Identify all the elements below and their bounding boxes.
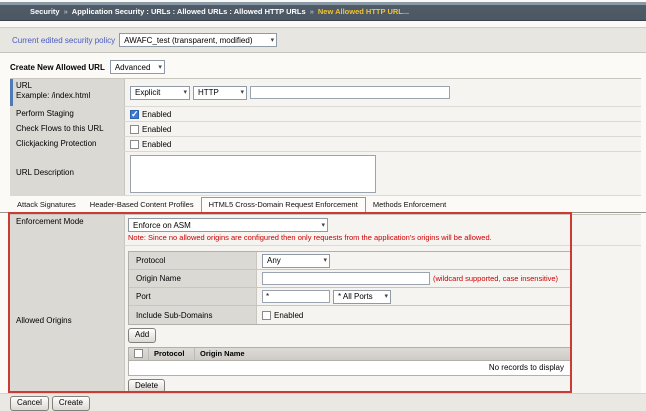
perform-staging-label: Perform Staging	[10, 107, 125, 121]
chevron-down-icon	[323, 257, 327, 264]
policy-select[interactable]: AWAFC_test (transparent, modified)	[119, 33, 278, 47]
tab-header-based-content-profiles[interactable]: Header-Based Content Profiles	[83, 198, 201, 212]
allowed-origins-row: Allowed Origins Protocol Any ▾ Origin Na…	[10, 246, 641, 399]
url-description-row: URL Description	[10, 152, 641, 196]
enforcement-mode-label: Enforcement Mode	[10, 215, 125, 245]
port-row: Port * All Ports	[129, 288, 570, 306]
cross-domain-section: Enforcement Mode Enforce on ASM Note: Si…	[10, 214, 641, 399]
select-all-cell	[129, 347, 149, 360]
chevron-down-icon	[158, 64, 162, 71]
footer-buttons: Cancel Create	[10, 396, 90, 411]
page-title: Create New Allowed URL	[10, 62, 105, 72]
breadcrumb-current-page: New Allowed HTTP URL...	[317, 6, 410, 16]
perform-staging-cell: Enabled	[125, 107, 641, 121]
view-mode-value: Advanced	[114, 62, 151, 72]
port-cell: * All Ports	[257, 288, 570, 305]
chevron-down-icon	[183, 89, 187, 96]
page: Security » Application Security : URLs :…	[0, 0, 646, 411]
include-subdomains-row: Include Sub-Domains Enabled	[129, 306, 570, 324]
chevron-down-icon	[271, 37, 275, 44]
origin-name-label: Origin Name	[129, 270, 257, 287]
policy-select-value: AWAFC_test (transparent, modified)	[124, 35, 253, 45]
new-url-form: URL Example: /index.html Explicit HTTP P…	[10, 78, 641, 196]
allowed-origins-label: Allowed Origins	[10, 246, 125, 398]
perform-staging-checkbox[interactable]	[130, 109, 139, 120]
perform-staging-checkbox-label: Enabled	[142, 109, 172, 119]
origin-name-input[interactable]	[262, 272, 430, 285]
url-description-textarea[interactable]	[130, 155, 376, 193]
check-flows-cell: Enabled	[125, 122, 641, 136]
url-type-select[interactable]: Explicit	[130, 85, 190, 100]
delete-button[interactable]: Delete	[128, 378, 166, 394]
add-button[interactable]: Add	[128, 328, 157, 343]
tab-methods-enforcement[interactable]: Methods Enforcement	[366, 198, 453, 212]
clickjacking-checkbox[interactable]	[130, 139, 139, 149]
enforcement-mode-row: Enforcement Mode Enforce on ASM Note: Si…	[10, 215, 641, 246]
perform-staging-row: Perform Staging Enabled	[10, 107, 641, 122]
include-subdomains-checkbox[interactable]	[262, 310, 271, 320]
check-flows-checkbox-label: Enabled	[142, 124, 172, 134]
url-description-cell	[125, 152, 641, 195]
url-protocol-select[interactable]: HTTP	[193, 85, 247, 100]
breadcrumb-separator: »	[63, 6, 68, 16]
url-label: URL Example: /index.html	[10, 79, 125, 106]
tab-html5-cross-domain[interactable]: HTML5 Cross-Domain Request Enforcement	[200, 197, 366, 213]
tab-attack-signatures[interactable]: Attack Signatures	[10, 198, 83, 212]
origin-protocol-select[interactable]: Any	[262, 253, 330, 268]
protocol-cell: Any	[257, 252, 570, 269]
policy-label-link[interactable]: Current edited security policy	[12, 36, 115, 45]
origins-records-table: Protocol Origin Name No records to displ…	[128, 346, 571, 376]
clickjacking-label: Clickjacking Protection	[10, 137, 125, 151]
check-flows-checkbox[interactable]	[130, 124, 139, 134]
enforcement-note: Note: Since no allowed origins are confi…	[128, 233, 492, 242]
view-mode-select[interactable]: Advanced	[109, 60, 165, 74]
chevron-down-icon	[321, 222, 325, 229]
policy-strip: Current edited security policy AWAFC_tes…	[0, 27, 646, 53]
enforcement-mode-select[interactable]: Enforce on ASM	[128, 218, 328, 232]
breadcrumb: Security » Application Security : URLs :…	[0, 2, 646, 21]
required-indicator	[10, 79, 13, 106]
enforcement-mode-cell: Enforce on ASM Note: Since no allowed or…	[125, 215, 641, 245]
include-subdomains-checkbox-label: Enabled	[274, 310, 304, 320]
port-input[interactable]	[262, 290, 330, 303]
origin-name-row: Origin Name (wildcard supported, case in…	[129, 270, 570, 288]
check-flows-label: Check Flows to this URL	[10, 122, 125, 136]
include-subdomains-label: Include Sub-Domains	[129, 306, 257, 324]
footer-strip	[0, 393, 646, 411]
create-header: Create New Allowed URL Advanced	[10, 60, 165, 74]
origins-table-header: Protocol Origin Name	[129, 347, 570, 361]
port-preset-select[interactable]: * All Ports	[333, 289, 391, 304]
clickjacking-cell: Enabled	[125, 137, 641, 151]
no-records-text: No records to display	[488, 363, 564, 373]
url-row: URL Example: /index.html Explicit HTTP	[10, 79, 641, 107]
breadcrumb-security-link[interactable]: Security	[30, 7, 60, 16]
tab-bar: Attack Signatures Header-Based Content P…	[0, 197, 646, 213]
url-input[interactable]	[250, 86, 450, 99]
url-description-label: URL Description	[10, 152, 125, 195]
origins-table-empty-row: No records to display	[129, 360, 570, 375]
origin-name-hint: (wildcard supported, case insensitive)	[433, 274, 559, 283]
select-all-checkbox[interactable]	[134, 349, 143, 359]
breadcrumb-separator: »	[309, 6, 314, 16]
create-button[interactable]: Create	[51, 396, 90, 411]
breadcrumb-path-link[interactable]: Application Security : URLs : Allowed UR…	[72, 7, 306, 16]
port-label: Port	[129, 288, 257, 305]
protocol-label: Protocol	[129, 252, 257, 269]
include-subdomains-cell: Enabled	[257, 306, 570, 324]
chevron-down-icon	[384, 293, 388, 300]
chevron-down-icon	[240, 89, 244, 96]
cancel-button[interactable]: Cancel	[10, 396, 49, 411]
clickjacking-row: Clickjacking Protection Enabled	[10, 137, 641, 152]
protocol-row: Protocol Any	[129, 252, 570, 270]
clickjacking-checkbox-label: Enabled	[142, 139, 172, 149]
allowed-origins-cell: Protocol Any Origin Name	[125, 246, 641, 398]
origin-name-cell: (wildcard supported, case insensitive)	[257, 270, 570, 287]
check-flows-row: Check Flows to this URL Enabled	[10, 122, 641, 137]
column-header-origin-name: Origin Name	[200, 349, 245, 359]
url-value-cell: Explicit HTTP	[125, 79, 641, 106]
column-header-protocol: Protocol	[149, 347, 195, 360]
origin-entry-table: Protocol Any Origin Name	[128, 251, 571, 325]
